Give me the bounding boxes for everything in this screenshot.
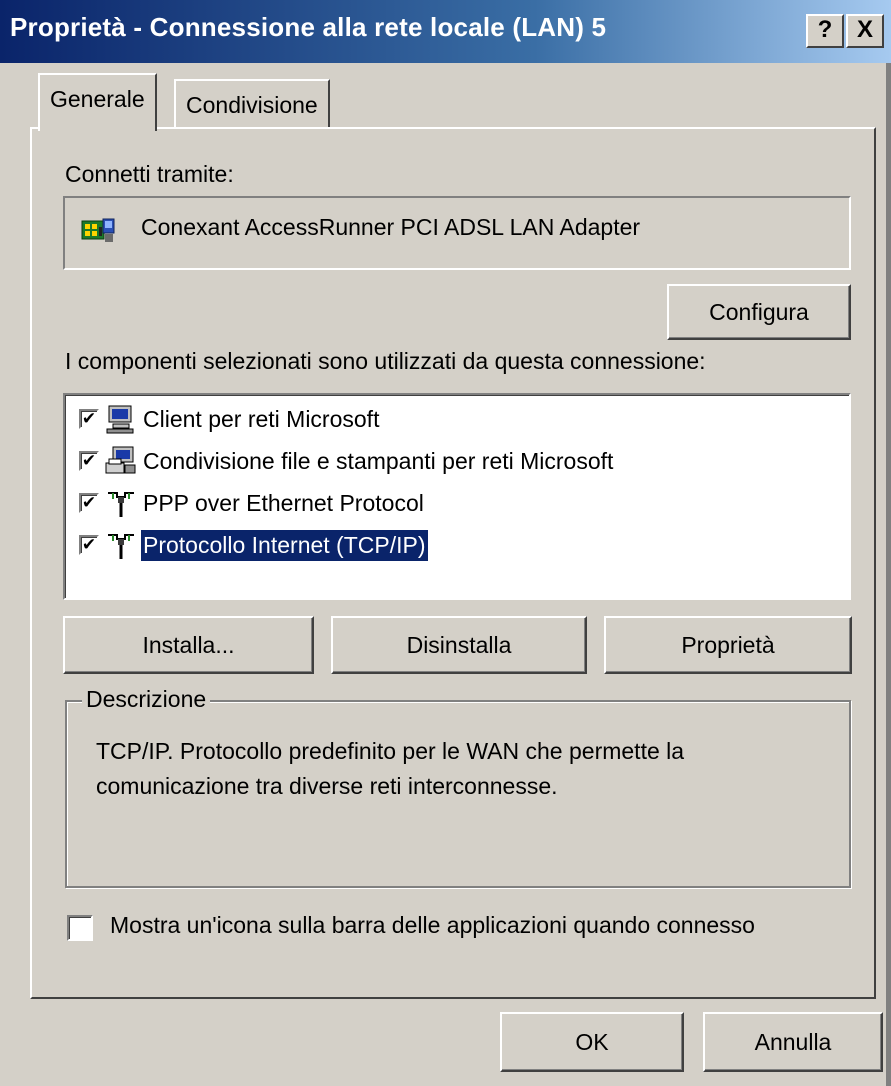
- title-bar[interactable]: Proprietà - Connessione alla rete locale…: [0, 0, 891, 63]
- window-border: [886, 63, 891, 1086]
- window-title: Proprietà - Connessione alla rete locale…: [10, 12, 607, 42]
- list-item-pppoe[interactable]: ✔ PPP over Ethernet Protocol: [79, 483, 426, 523]
- uninstall-button[interactable]: Disinstalla: [331, 616, 587, 674]
- component-label: PPP over Ethernet Protocol: [143, 489, 424, 516]
- properties-button[interactable]: Proprietà: [604, 616, 852, 674]
- list-item-client[interactable]: ✔ Client per reti Microsoft: [79, 399, 381, 439]
- network-adapter-icon: [81, 218, 115, 249]
- configure-button[interactable]: Configura: [667, 284, 851, 340]
- components-label: I componenti selezionati sono utilizzati…: [65, 348, 706, 374]
- show-icon-label[interactable]: Mostra un'icona sulla barra delle applic…: [110, 912, 755, 939]
- list-item-file-printer-sharing[interactable]: ✔ Condivisione file e stampanti per reti…: [79, 441, 615, 481]
- tab-condivisione[interactable]: Condivisione: [174, 79, 330, 127]
- component-checkbox[interactable]: ✔: [79, 535, 99, 555]
- ok-button[interactable]: OK: [500, 1012, 684, 1072]
- connect-via-label: Connetti tramite:: [65, 161, 234, 187]
- component-label: Client per reti Microsoft: [143, 405, 380, 432]
- help-button[interactable]: ?: [806, 14, 844, 48]
- network-client-icon: [105, 403, 137, 435]
- close-button[interactable]: X: [846, 14, 884, 48]
- description-text: TCP/IP. Protocollo predefinito per le WA…: [96, 738, 685, 799]
- components-list[interactable]: ✔ Client per reti Microsoft ✔ Condivisio…: [63, 393, 851, 600]
- component-label-selected: Protocollo Internet (TCP/IP): [141, 529, 428, 561]
- file-printer-sharing-icon: [105, 445, 137, 477]
- tab-generale[interactable]: Generale: [38, 73, 157, 131]
- component-checkbox[interactable]: ✔: [79, 451, 99, 471]
- description-legend: Descrizione: [82, 686, 211, 713]
- show-icon-checkbox[interactable]: [67, 915, 93, 941]
- cancel-button[interactable]: Annulla: [703, 1012, 883, 1072]
- component-checkbox[interactable]: ✔: [79, 493, 99, 513]
- protocol-icon: [105, 487, 137, 519]
- component-label: Condivisione file e stampanti per reti M…: [143, 447, 614, 474]
- list-item-tcpip[interactable]: ✔ Protocollo Internet (TCP/IP): [79, 525, 428, 565]
- protocol-icon: [105, 529, 137, 561]
- adapter-field: Conexant AccessRunner PCI ADSL LAN Adapt…: [63, 196, 851, 270]
- adapter-name: Conexant AccessRunner PCI ADSL LAN Adapt…: [141, 214, 641, 240]
- install-button[interactable]: Installa...: [63, 616, 314, 674]
- component-checkbox[interactable]: ✔: [79, 409, 99, 429]
